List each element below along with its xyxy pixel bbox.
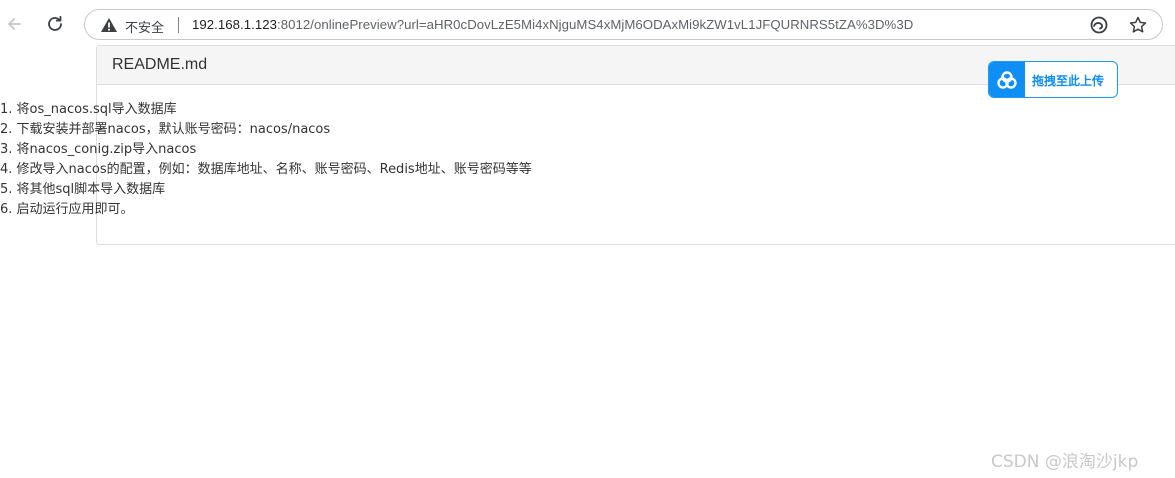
back-arrow-icon (8, 18, 21, 30)
security-status-label[interactable]: 不安全 (125, 17, 164, 36)
list-item: 2. 下载安装并部署nacos，默认账号密码：nacos/nacos (0, 122, 331, 137)
list-item: 4. 修改导入nacos的配置，例如：数据库地址、名称、账号密码、Redis地址… (0, 162, 532, 177)
warning-triangle-icon[interactable] (100, 17, 118, 33)
drag-upload-widget[interactable]: 拖拽至此上传 (988, 61, 1118, 98)
watermark-text: CSDN @浪淘沙jkp (991, 452, 1139, 472)
list-item: 1. 将os_nacos.sql导入数据库 (0, 102, 177, 117)
list-item: 5. 将其他sql脚本导入数据库 (0, 182, 166, 197)
address-bar-divider (178, 17, 179, 33)
readme-content: 1. 将os_nacos.sql导入数据库 2. 下载安装并部署nacos，默认… (0, 100, 532, 220)
edge-browser-icon[interactable] (1090, 16, 1108, 34)
upload-icon-box (989, 62, 1025, 97)
cloud-upload-icon (997, 70, 1017, 89)
upload-label: 拖拽至此上传 (1032, 74, 1105, 88)
reload-icon (48, 15, 62, 31)
url-path: :8012/onlinePreview?url=aHR0cDovLzE5Mi4x… (276, 17, 914, 32)
browser-toolbar: 不安全 192.168.1.123:8012/onlinePreview?url… (0, 0, 1175, 46)
list-item: 3. 将nacos_conig.zip导入nacos (0, 142, 197, 157)
star-icon[interactable] (1128, 15, 1148, 35)
url-host: 192.168.1.123 (192, 17, 277, 32)
url-text[interactable]: 192.168.1.123:8012/onlinePreview?url=aHR… (192, 17, 913, 32)
document-title: README.md (112, 56, 208, 73)
list-item: 6. 启动运行应用即可。 (0, 202, 134, 217)
reload-button[interactable] (41, 10, 69, 38)
address-bar[interactable]: 不安全 192.168.1.123:8012/onlinePreview?url… (84, 9, 1163, 40)
back-button[interactable] (0, 10, 28, 38)
